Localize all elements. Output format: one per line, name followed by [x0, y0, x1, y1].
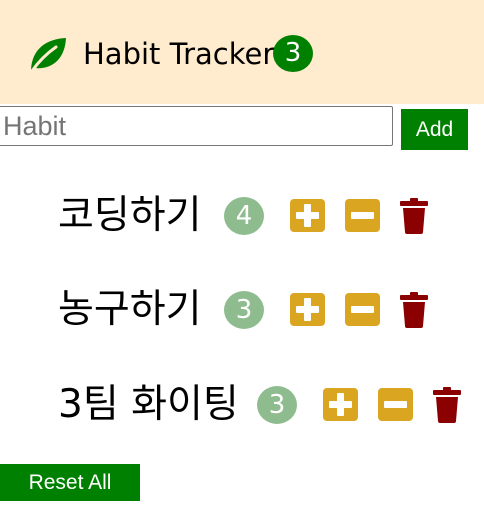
minus-square-icon — [345, 199, 380, 232]
habit-count-badge: 4 — [224, 197, 264, 235]
leaf-icon — [28, 35, 68, 73]
habit-count-badge: 3 — [257, 386, 297, 424]
plus-square-icon — [323, 388, 358, 421]
decrease-button[interactable] — [378, 388, 413, 421]
habit-item: 코딩하기 4 — [0, 191, 484, 241]
delete-button[interactable] — [431, 387, 463, 423]
plus-square-icon — [290, 293, 325, 326]
habit-input[interactable] — [0, 106, 393, 146]
trash-icon — [400, 198, 428, 234]
increase-button[interactable] — [323, 388, 358, 421]
app-title: Habit Tracker — [83, 37, 275, 71]
delete-button[interactable] — [398, 292, 430, 328]
decrease-button[interactable] — [345, 199, 380, 232]
decrease-button[interactable] — [345, 293, 380, 326]
habit-item: 3팀 화이팅 3 — [0, 380, 484, 430]
habit-name: 농구하기 — [58, 287, 202, 332]
total-habit-count-badge: 3 — [273, 35, 313, 72]
habit-item: 농구하기 3 — [0, 285, 484, 335]
add-button[interactable]: Add — [401, 109, 468, 150]
habit-count-badge: 3 — [224, 291, 264, 329]
habit-name: 3팀 화이팅 — [58, 382, 239, 427]
navbar: Habit Tracker 3 — [0, 0, 484, 104]
plus-square-icon — [290, 199, 325, 232]
reset-all-button[interactable]: Reset All — [0, 464, 140, 501]
minus-square-icon — [345, 293, 380, 326]
trash-icon — [433, 387, 461, 423]
delete-button[interactable] — [398, 198, 430, 234]
minus-square-icon — [378, 388, 413, 421]
trash-icon — [400, 292, 428, 328]
habit-name: 코딩하기 — [58, 193, 202, 238]
increase-button[interactable] — [290, 293, 325, 326]
increase-button[interactable] — [290, 199, 325, 232]
